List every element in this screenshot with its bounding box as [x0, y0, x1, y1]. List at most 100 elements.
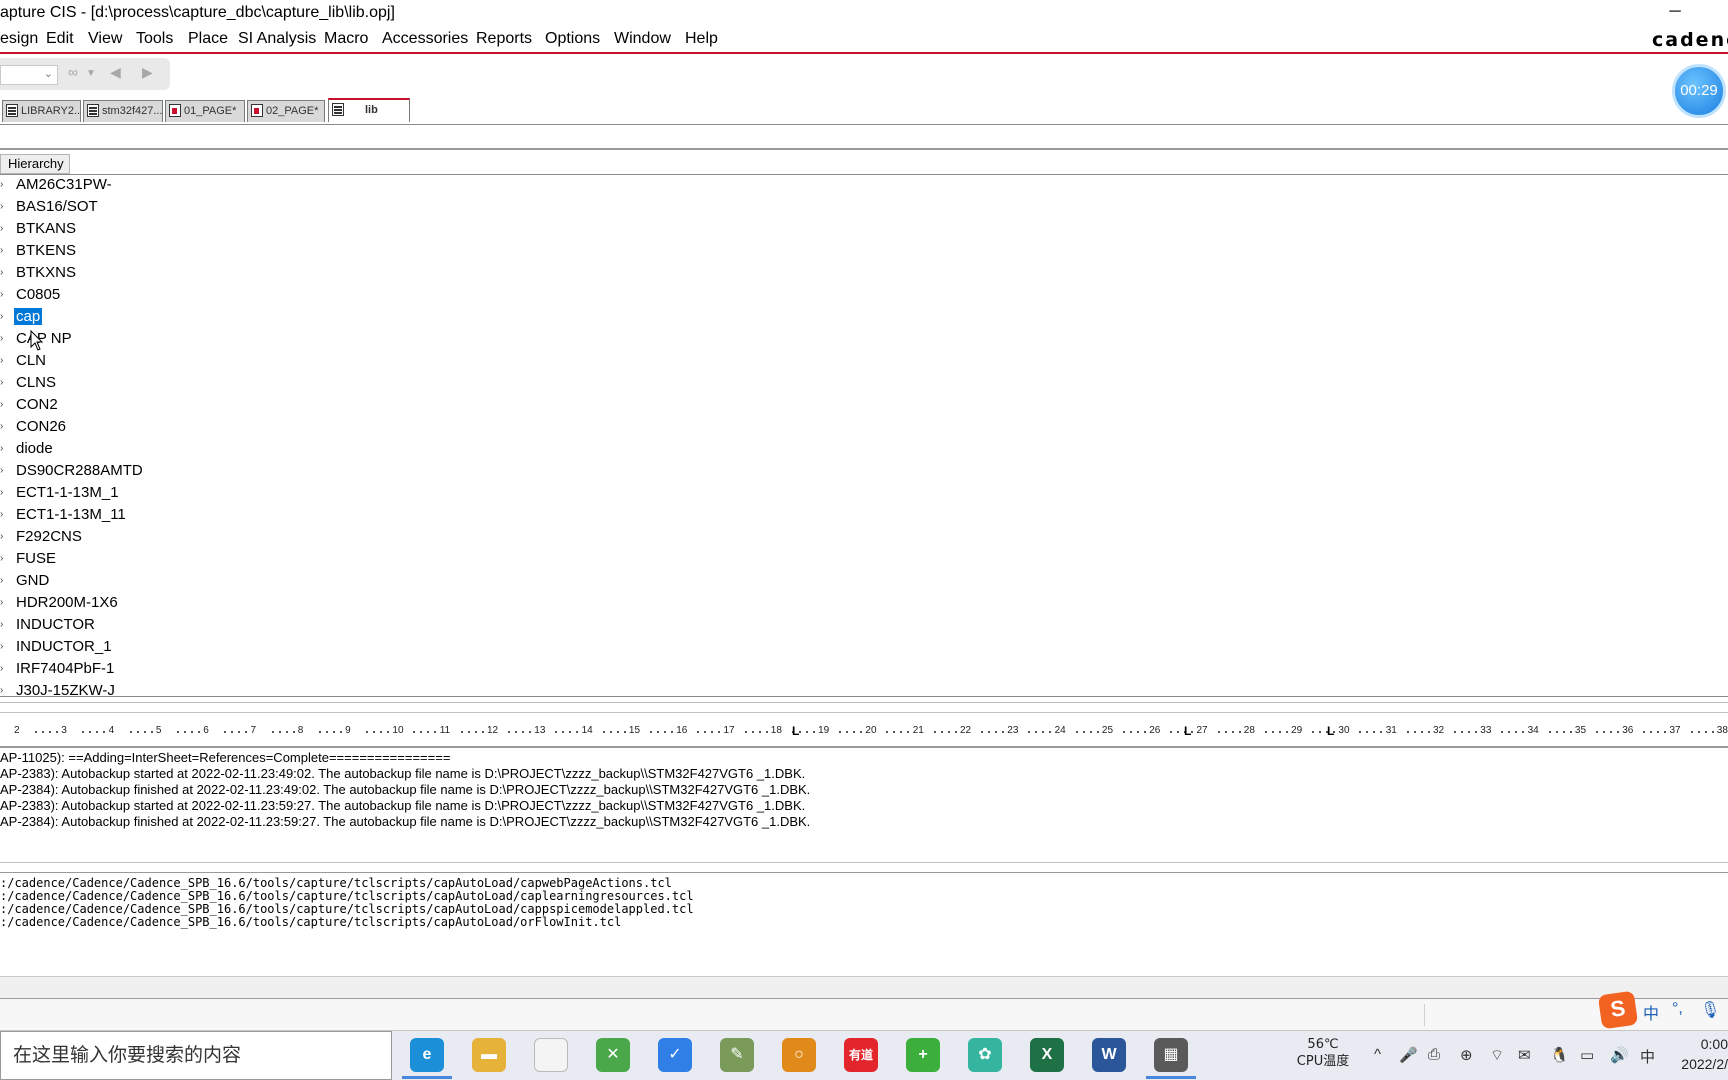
taskbar-clock[interactable]: 0:00 2022/2/	[1668, 1034, 1728, 1074]
menu-place[interactable]: Place	[188, 30, 228, 48]
expand-arrow-icon[interactable]: ›	[0, 245, 3, 256]
toolbar-dropdown[interactable]: ⌄	[0, 65, 58, 85]
tree-item[interactable]: › J30J-15ZKW-J	[0, 681, 600, 696]
tab-stm32f427[interactable]: stm32f427...*	[83, 100, 163, 122]
ime-voice-icon[interactable]: 🎙	[1700, 1000, 1720, 1020]
ime-mode-toggle[interactable]: 中	[1643, 1000, 1659, 1024]
word-icon[interactable]: W	[1092, 1038, 1126, 1072]
expand-arrow-icon[interactable]: ›	[0, 377, 3, 388]
expand-arrow-icon[interactable]: ›	[0, 487, 3, 498]
feishu-icon[interactable]: ✓	[658, 1038, 692, 1072]
tree-item[interactable]: › AM26C31PW-	[0, 176, 600, 197]
tree-item[interactable]: › CLN	[0, 351, 600, 373]
expand-arrow-icon[interactable]: ›	[0, 663, 3, 674]
menu-options[interactable]: Options	[545, 30, 600, 48]
expand-arrow-icon[interactable]: ›	[0, 421, 3, 432]
tree-item[interactable]: › BTKENS	[0, 241, 600, 263]
app-store-icon[interactable]: ✿	[968, 1038, 1002, 1072]
edge-icon[interactable]: e	[410, 1038, 444, 1072]
tree-item[interactable]: › CAP NP	[0, 329, 600, 351]
search-tool-icon[interactable]: ○	[782, 1038, 816, 1072]
tree-item[interactable]: › FUSE	[0, 549, 600, 571]
command-window[interactable]: :/cadence/Cadence/Cadence_SPB_16.6/tools…	[0, 874, 1728, 976]
tree-item[interactable]: › BAS16/SOT	[0, 197, 600, 219]
expand-arrow-icon[interactable]: ›	[0, 685, 3, 696]
volume-icon[interactable]: 🔊	[1610, 1046, 1629, 1064]
tree-item[interactable]: › cap	[0, 307, 600, 329]
menu-tools[interactable]: Tools	[136, 30, 173, 48]
taskbar-search-input[interactable]: 在这里输入你要搜索的内容	[0, 1031, 392, 1080]
expand-arrow-icon[interactable]: ›	[0, 311, 3, 322]
expand-arrow-icon[interactable]: ›	[0, 597, 3, 608]
menu-si-analysis[interactable]: SI Analysis	[238, 30, 316, 48]
tab-02-page[interactable]: 02_PAGE*	[247, 100, 325, 122]
menu-view[interactable]: View	[88, 30, 122, 48]
expand-arrow-icon[interactable]: ›	[0, 509, 3, 520]
cpu-temperature[interactable]: 56℃ CPU温度	[1282, 1036, 1364, 1070]
tab-library2[interactable]: LIBRARY2...*	[2, 100, 81, 122]
expand-arrow-icon[interactable]: ›	[0, 333, 3, 344]
qihoo-icon[interactable]: +	[906, 1038, 940, 1072]
tree-item[interactable]: › ECT1-1-13M_11	[0, 505, 600, 527]
show-hidden-icons-icon[interactable]: ^	[1374, 1046, 1381, 1063]
tree-item[interactable]: › CLNS	[0, 373, 600, 395]
chevron-down-icon[interactable]: ▼	[86, 68, 96, 79]
image-viewer-icon[interactable]: ✎	[720, 1038, 754, 1072]
menu-accessories[interactable]: Accessories	[382, 30, 468, 48]
tree-item[interactable]: › CON2	[0, 395, 600, 417]
tree-item[interactable]: › HDR200M-1X6	[0, 593, 600, 615]
tree-item[interactable]: › C0805	[0, 285, 600, 307]
notepad-icon[interactable]	[534, 1038, 568, 1072]
qihoo-tray-icon[interactable]: ⊕	[1460, 1046, 1473, 1064]
expand-arrow-icon[interactable]: ›	[0, 267, 3, 278]
ime-punctuation-toggle[interactable]: °,	[1672, 1000, 1683, 1018]
tab-hierarchy[interactable]: Hierarchy	[0, 154, 70, 174]
qq-icon[interactable]: 🐧	[1550, 1046, 1569, 1064]
excel-icon[interactable]: X	[1030, 1038, 1064, 1072]
expand-arrow-icon[interactable]: ›	[0, 355, 3, 366]
tree-item[interactable]: › IRF7404PbF-1	[0, 659, 600, 681]
menu-help[interactable]: Help	[685, 30, 718, 48]
menu-window[interactable]: Window	[614, 30, 671, 48]
expand-arrow-icon[interactable]: ›	[0, 443, 3, 454]
ime-language-icon[interactable]: 中	[1640, 1046, 1655, 1067]
binoculars-icon[interactable]: ∞	[68, 64, 78, 80]
youdao-icon[interactable]: 有道	[844, 1038, 878, 1072]
tree-item[interactable]: › GND	[0, 571, 600, 593]
tab-lib[interactable]: lib	[328, 98, 410, 122]
splitter[interactable]	[0, 696, 1728, 697]
expand-arrow-icon[interactable]: ›	[0, 289, 3, 300]
tree-item[interactable]: › CON26	[0, 417, 600, 439]
forward-arrow-icon[interactable]: ▶	[142, 64, 153, 81]
tree-item[interactable]: › INDUCTOR_1	[0, 637, 600, 659]
back-arrow-icon[interactable]: ◀	[110, 64, 121, 81]
expand-arrow-icon[interactable]: ›	[0, 223, 3, 234]
wifi-icon[interactable]: ⌔	[1490, 1046, 1504, 1065]
expand-arrow-icon[interactable]: ›	[0, 399, 3, 410]
expand-arrow-icon[interactable]: ›	[0, 575, 3, 586]
tree-item[interactable]: › BTKXNS	[0, 263, 600, 285]
tab-01-page[interactable]: 01_PAGE*	[165, 100, 245, 122]
tree-item[interactable]: › DS90CR288AMTD	[0, 461, 600, 483]
expand-arrow-icon[interactable]: ›	[0, 179, 3, 190]
file-explorer-icon[interactable]: ▬	[472, 1038, 506, 1072]
capture-tray-icon[interactable]: ⎙	[1428, 1046, 1440, 1063]
tree-item[interactable]: › ECT1-1-13M_1	[0, 483, 600, 505]
tree-item[interactable]: › F292CNS	[0, 527, 600, 549]
tree-item[interactable]: › diode	[0, 439, 600, 461]
splitter[interactable]	[0, 862, 1728, 863]
expand-arrow-icon[interactable]: ›	[0, 619, 3, 630]
tree-item[interactable]: › BTKANS	[0, 219, 600, 241]
expand-arrow-icon[interactable]: ›	[0, 553, 3, 564]
expand-arrow-icon[interactable]: ›	[0, 201, 3, 212]
tree-item[interactable]: › INDUCTOR	[0, 615, 600, 637]
network-tool-icon[interactable]: ✕	[596, 1038, 630, 1072]
capture-icon[interactable]: ▦	[1154, 1038, 1188, 1072]
expand-arrow-icon[interactable]: ›	[0, 531, 3, 542]
menu-reports[interactable]: Reports	[476, 30, 532, 48]
menu-esign[interactable]: esign	[0, 30, 38, 48]
sogou-ime-icon[interactable]: S	[1597, 990, 1639, 1030]
microphone-icon[interactable]: 🎤	[1399, 1046, 1418, 1064]
wechat-icon[interactable]: ✉	[1518, 1046, 1531, 1064]
command-input-bar[interactable]	[0, 976, 1728, 998]
